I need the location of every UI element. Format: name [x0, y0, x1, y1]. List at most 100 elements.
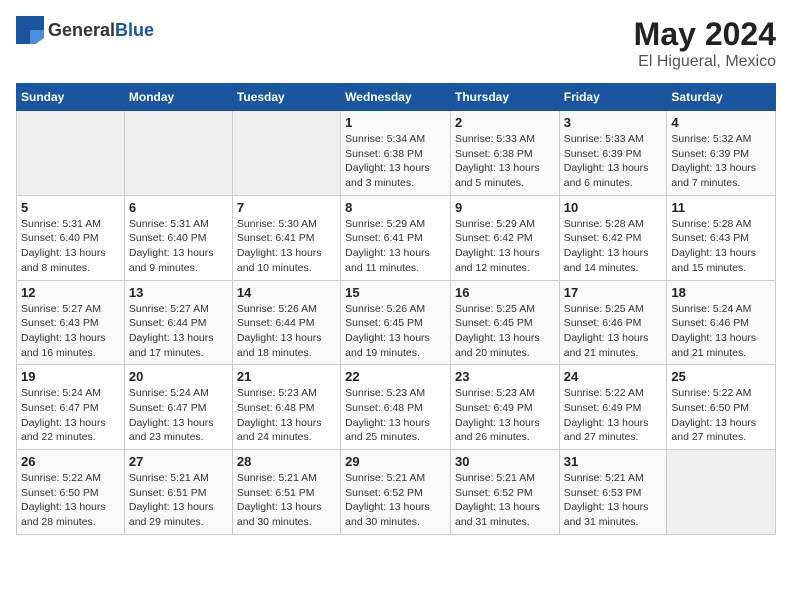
day-info: Sunrise: 5:31 AM Sunset: 6:40 PM Dayligh…: [21, 217, 120, 276]
calendar-cell: 19 Sunrise: 5:24 AM Sunset: 6:47 PM Dayli…: [17, 365, 125, 450]
day-info: Sunrise: 5:23 AM Sunset: 6:48 PM Dayligh…: [345, 386, 446, 445]
day-info: Sunrise: 5:25 AM Sunset: 6:45 PM Dayligh…: [455, 302, 555, 361]
title-area: May 2024 El Higueral, Mexico: [634, 16, 776, 71]
calendar-cell: 31 Sunrise: 5:21 AM Sunset: 6:53 PM Dayli…: [559, 450, 667, 535]
dow-header-saturday: Saturday: [667, 84, 776, 111]
day-number: 29: [345, 454, 446, 469]
day-number: 16: [455, 285, 555, 300]
day-number: 30: [455, 454, 555, 469]
month-title: May 2024: [634, 16, 776, 53]
day-info: Sunrise: 5:24 AM Sunset: 6:46 PM Dayligh…: [671, 302, 771, 361]
day-info: Sunrise: 5:33 AM Sunset: 6:38 PM Dayligh…: [455, 132, 555, 191]
day-number: 3: [564, 115, 663, 130]
day-info: Sunrise: 5:26 AM Sunset: 6:44 PM Dayligh…: [237, 302, 336, 361]
day-info: Sunrise: 5:27 AM Sunset: 6:43 PM Dayligh…: [21, 302, 120, 361]
day-number: 10: [564, 200, 663, 215]
day-info: Sunrise: 5:21 AM Sunset: 6:52 PM Dayligh…: [345, 471, 446, 530]
calendar-cell: 1 Sunrise: 5:34 AM Sunset: 6:38 PM Daylig…: [341, 111, 451, 196]
calendar-cell: 26 Sunrise: 5:22 AM Sunset: 6:50 PM Dayli…: [17, 450, 125, 535]
day-info: Sunrise: 5:34 AM Sunset: 6:38 PM Dayligh…: [345, 132, 446, 191]
calendar-cell: 15Sunrise: 5:26 AM Sunset: 6:45 PM Dayli…: [341, 280, 451, 365]
header: GeneralBlue May 2024 El Higueral, Mexico: [16, 16, 776, 71]
calendar-cell: 29 Sunrise: 5:21 AM Sunset: 6:52 PM Dayli…: [341, 450, 451, 535]
day-info: Sunrise: 5:21 AM Sunset: 6:51 PM Dayligh…: [129, 471, 228, 530]
day-info: Sunrise: 5:27 AM Sunset: 6:44 PM Dayligh…: [129, 302, 228, 361]
day-number: 11: [671, 200, 771, 215]
logo: GeneralBlue: [16, 16, 154, 44]
logo-icon: [16, 16, 44, 44]
day-number: 12: [21, 285, 120, 300]
calendar-cell: 21 Sunrise: 5:23 AM Sunset: 6:48 PM Dayli…: [232, 365, 340, 450]
day-info: Sunrise: 5:23 AM Sunset: 6:48 PM Dayligh…: [237, 386, 336, 445]
day-info: Sunrise: 5:23 AM Sunset: 6:49 PM Dayligh…: [455, 386, 555, 445]
calendar-cell: 17 Sunrise: 5:25 AM Sunset: 6:46 PM Dayli…: [559, 280, 667, 365]
calendar-cell: 8 Sunrise: 5:29 AM Sunset: 6:41 PM Daylig…: [341, 195, 451, 280]
calendar-table: SundayMondayTuesdayWednesdayThursdayFrid…: [16, 83, 776, 535]
dow-header-friday: Friday: [559, 84, 667, 111]
calendar-body: 1 Sunrise: 5:34 AM Sunset: 6:38 PM Daylig…: [17, 111, 776, 535]
day-info: Sunrise: 5:28 AM Sunset: 6:43 PM Dayligh…: [671, 217, 771, 276]
calendar-cell: 10Sunrise: 5:28 AM Sunset: 6:42 PM Dayli…: [559, 195, 667, 280]
day-number: 6: [129, 200, 228, 215]
calendar-cell: 18Sunrise: 5:24 AM Sunset: 6:46 PM Dayli…: [667, 280, 776, 365]
day-info: Sunrise: 5:24 AM Sunset: 6:47 PM Dayligh…: [129, 386, 228, 445]
day-number: 9: [455, 200, 555, 215]
day-number: 1: [345, 115, 446, 130]
day-number: 21: [237, 369, 336, 384]
calendar-cell: 9 Sunrise: 5:29 AM Sunset: 6:42 PM Daylig…: [450, 195, 559, 280]
day-number: 31: [564, 454, 663, 469]
day-number: 17: [564, 285, 663, 300]
day-info: Sunrise: 5:31 AM Sunset: 6:40 PM Dayligh…: [129, 217, 228, 276]
calendar-cell: 3Sunrise: 5:33 AM Sunset: 6:39 PM Daylig…: [559, 111, 667, 196]
calendar-cell: [124, 111, 232, 196]
location-subtitle: El Higueral, Mexico: [634, 53, 776, 71]
day-number: 5: [21, 200, 120, 215]
week-row-5: 26 Sunrise: 5:22 AM Sunset: 6:50 PM Dayli…: [17, 450, 776, 535]
dow-header-tuesday: Tuesday: [232, 84, 340, 111]
calendar-cell: 6 Sunrise: 5:31 AM Sunset: 6:40 PM Daylig…: [124, 195, 232, 280]
day-number: 20: [129, 369, 228, 384]
day-number: 26: [21, 454, 120, 469]
calendar-cell: 4 Sunrise: 5:32 AM Sunset: 6:39 PM Daylig…: [667, 111, 776, 196]
day-info: Sunrise: 5:22 AM Sunset: 6:50 PM Dayligh…: [21, 471, 120, 530]
week-row-3: 12 Sunrise: 5:27 AM Sunset: 6:43 PM Dayli…: [17, 280, 776, 365]
day-info: Sunrise: 5:29 AM Sunset: 6:41 PM Dayligh…: [345, 217, 446, 276]
day-number: 4: [671, 115, 771, 130]
calendar-cell: 11 Sunrise: 5:28 AM Sunset: 6:43 PM Dayli…: [667, 195, 776, 280]
week-row-1: 1 Sunrise: 5:34 AM Sunset: 6:38 PM Daylig…: [17, 111, 776, 196]
calendar-cell: [232, 111, 340, 196]
day-number: 13: [129, 285, 228, 300]
day-info: Sunrise: 5:24 AM Sunset: 6:47 PM Dayligh…: [21, 386, 120, 445]
calendar-cell: 7 Sunrise: 5:30 AM Sunset: 6:41 PM Daylig…: [232, 195, 340, 280]
calendar-cell: [17, 111, 125, 196]
day-number: 19: [21, 369, 120, 384]
days-of-week-row: SundayMondayTuesdayWednesdayThursdayFrid…: [17, 84, 776, 111]
calendar-cell: 14 Sunrise: 5:26 AM Sunset: 6:44 PM Dayli…: [232, 280, 340, 365]
day-number: 23: [455, 369, 555, 384]
day-info: Sunrise: 5:32 AM Sunset: 6:39 PM Dayligh…: [671, 132, 771, 191]
calendar-cell: 22Sunrise: 5:23 AM Sunset: 6:48 PM Dayli…: [341, 365, 451, 450]
day-info: Sunrise: 5:21 AM Sunset: 6:53 PM Dayligh…: [564, 471, 663, 530]
calendar-cell: 24Sunrise: 5:22 AM Sunset: 6:49 PM Dayli…: [559, 365, 667, 450]
day-info: Sunrise: 5:30 AM Sunset: 6:41 PM Dayligh…: [237, 217, 336, 276]
calendar-cell: [667, 450, 776, 535]
calendar-cell: 12 Sunrise: 5:27 AM Sunset: 6:43 PM Dayli…: [17, 280, 125, 365]
calendar-cell: 20 Sunrise: 5:24 AM Sunset: 6:47 PM Dayli…: [124, 365, 232, 450]
calendar-cell: 27Sunrise: 5:21 AM Sunset: 6:51 PM Dayli…: [124, 450, 232, 535]
calendar-cell: 5 Sunrise: 5:31 AM Sunset: 6:40 PM Daylig…: [17, 195, 125, 280]
day-info: Sunrise: 5:22 AM Sunset: 6:50 PM Dayligh…: [671, 386, 771, 445]
day-number: 7: [237, 200, 336, 215]
week-row-2: 5 Sunrise: 5:31 AM Sunset: 6:40 PM Daylig…: [17, 195, 776, 280]
day-info: Sunrise: 5:29 AM Sunset: 6:42 PM Dayligh…: [455, 217, 555, 276]
day-info: Sunrise: 5:26 AM Sunset: 6:45 PM Dayligh…: [345, 302, 446, 361]
dow-header-wednesday: Wednesday: [341, 84, 451, 111]
day-number: 28: [237, 454, 336, 469]
day-info: Sunrise: 5:25 AM Sunset: 6:46 PM Dayligh…: [564, 302, 663, 361]
day-number: 24: [564, 369, 663, 384]
calendar-cell: 13 Sunrise: 5:27 AM Sunset: 6:44 PM Dayli…: [124, 280, 232, 365]
day-number: 8: [345, 200, 446, 215]
day-info: Sunrise: 5:21 AM Sunset: 6:52 PM Dayligh…: [455, 471, 555, 530]
day-number: 14: [237, 285, 336, 300]
logo-text-blue: Blue: [115, 20, 154, 40]
calendar-cell: 16 Sunrise: 5:25 AM Sunset: 6:45 PM Dayli…: [450, 280, 559, 365]
